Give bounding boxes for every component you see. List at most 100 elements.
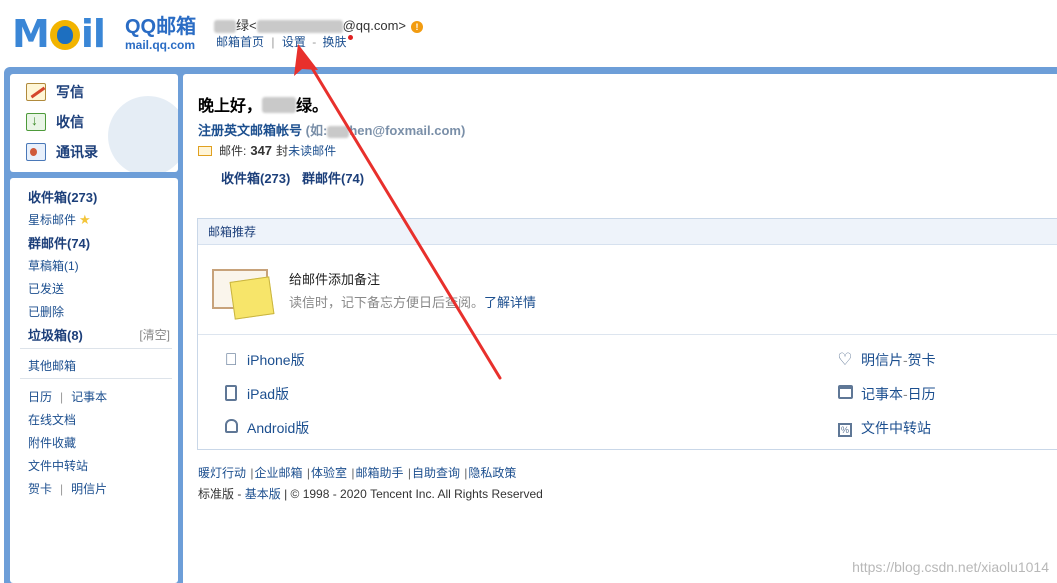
footer-separator: | [351, 466, 355, 480]
receive-button[interactable]: 收信 [26, 110, 84, 134]
greeting-card-link[interactable]: 贺卡 [28, 482, 52, 496]
skin-link[interactable]: 换肤 [323, 35, 347, 49]
folder-groups[interactable]: 群邮件(74) [28, 233, 90, 252]
register-hint-suffix: hen@foxmail.com) [349, 123, 466, 138]
top-links: 邮箱首页 | 设置 - 换肤 [216, 33, 353, 50]
android-app-link[interactable]: Android版 [222, 418, 309, 438]
folder-drafts[interactable]: 草稿箱(1) [28, 257, 79, 274]
file-transfer-link[interactable]: 文件中转站 [28, 457, 88, 474]
star-icon: ★ [79, 212, 91, 227]
folder-starred[interactable]: 星标邮件 ★ [28, 211, 91, 228]
postcard-link[interactable]: 明信片 [71, 482, 107, 496]
learn-more-link[interactable]: 了解详情 [484, 295, 536, 310]
android-icon [222, 419, 240, 437]
divider [20, 348, 172, 349]
ipad-app-link[interactable]: iPad版 [222, 384, 289, 404]
greeting: 晚上好， 绿。 [198, 92, 328, 116]
folder-deleted[interactable]: 已删除 [28, 303, 64, 320]
calendar-link[interactable]: 日历 [28, 390, 52, 404]
feature-desc-text: 读信时，记下备忘方便日后查阅。 [289, 295, 485, 310]
folder-list: 收件箱(273) 星标邮件 ★ 群邮件(74) 草稿箱(1) 已发送 已删除 垃圾… [10, 178, 178, 583]
tools-separator: | [60, 390, 64, 404]
sticky-note-illustration [229, 276, 275, 320]
feature-description: 读信时，记下备忘方便日后查阅。了解详情 [289, 292, 536, 311]
notes-calendar-link[interactable]: 记事本 - 日历 [836, 384, 936, 404]
footer-link-privacy[interactable]: 隐私政策 [468, 466, 516, 480]
register-english-account: 注册英文邮箱帐号 (如: hen@foxmail.com) [198, 120, 465, 139]
postcard-card-link[interactable]: ♡ 明信片 - 贺卡 [836, 350, 936, 370]
inbox-summary-link[interactable]: 收件箱(273) [221, 171, 290, 186]
footer-link-lamp[interactable]: 暖灯行动 [198, 466, 246, 480]
logo-brand-text: QQ邮箱 [125, 16, 197, 38]
folder-inbox[interactable]: 收件箱(273) [28, 187, 97, 206]
transfer-label: 文件中转站 [861, 420, 931, 436]
recommendation-panel: 邮箱推荐 给邮件添加备注 读信时，记下备忘方便日后查阅。了解详情  iPhon… [197, 218, 1057, 450]
contact-card-icon [26, 143, 46, 161]
register-hint-prefix: (如: [305, 123, 328, 138]
greeting-suffix: 绿。 [296, 98, 329, 115]
warning-icon[interactable]: ! [411, 21, 424, 33]
redacted-email [256, 20, 343, 34]
quick-actions: 写信 收信 通讯录 [10, 74, 178, 172]
compose-button[interactable]: 写信 [26, 80, 84, 104]
header: Mil QQ邮箱 mail.qq.com 绿< @qq.com>! 邮箱首页 | … [0, 0, 1057, 68]
greeting-prefix: 晚上好， [198, 98, 263, 115]
mailbox-home-link[interactable]: 邮箱首页 [216, 35, 264, 49]
folder-other-mailbox[interactable]: 其他邮箱 [28, 357, 76, 374]
folder-junk[interactable]: 垃圾箱(8) [28, 325, 83, 344]
new-badge-dot [347, 35, 353, 40]
tools-separator: | [60, 482, 64, 496]
iphone-app-link[interactable]:  iPhone版 [222, 350, 305, 370]
groups-summary-link[interactable]: 群邮件(74) [302, 171, 364, 186]
iphone-label: iPhone版 [247, 352, 305, 368]
edition-dash: - [237, 487, 242, 501]
user-account-line: 绿< @qq.com>! [214, 15, 424, 34]
redacted-name [262, 97, 297, 113]
unread-mail-link[interactable]: 未读邮件 [288, 142, 336, 159]
notes-link[interactable]: 记事本 [71, 390, 107, 404]
attachments-link[interactable]: 附件收藏 [28, 434, 76, 451]
clear-junk-link[interactable]: [清空] [139, 326, 170, 343]
qq-mail-logo[interactable]: Mil QQ邮箱 mail.qq.com [12, 14, 202, 54]
feature-title: 给邮件添加备注 [289, 272, 381, 287]
basic-edition-link[interactable]: 基本版 [245, 487, 281, 501]
pen-icon [26, 83, 46, 101]
contacts-button[interactable]: 通讯录 [26, 140, 98, 164]
memo-note-icon [212, 267, 275, 321]
recommendation-header: 邮箱推荐 [198, 219, 1057, 245]
apple-icon:  [222, 351, 240, 369]
divider [20, 378, 172, 379]
folder-starred-label: 星标邮件 [28, 213, 77, 227]
tablet-icon [222, 385, 240, 403]
ipad-label: iPad版 [247, 386, 290, 402]
footer-link-enterprise[interactable]: 企业邮箱 [254, 466, 302, 480]
contacts-label: 通讯录 [56, 144, 98, 160]
divider [198, 334, 1057, 335]
footer-link-assistant[interactable]: 邮箱助手 [355, 466, 403, 480]
online-docs-link[interactable]: 在线文档 [28, 411, 76, 428]
register-hint: (如: hen@foxmail.com) [306, 123, 466, 138]
user-email-suffix: @qq.com> [342, 18, 407, 33]
qq-penguin-icon [49, 20, 80, 50]
main-panel: 晚上好， 绿。 注册英文邮箱帐号 (如: hen@foxmail.com) 邮件: … [183, 74, 1057, 583]
settings-link[interactable]: 设置 [282, 35, 306, 49]
copyright-text: | © 1998 - 2020 Tencent Inc. All Rights … [284, 487, 543, 501]
tools-row-calendar: 日历 | 记事本 [28, 388, 107, 405]
user-name-suffix: 绿< [236, 18, 257, 33]
footer-separator: | [464, 466, 468, 480]
card-label: 贺卡 [907, 352, 936, 368]
file-transfer-icon: % [836, 419, 854, 437]
footer-separator: | [407, 466, 411, 480]
register-link[interactable]: 注册英文邮箱帐号 [198, 123, 302, 138]
csdn-watermark: https://blog.csdn.net/xiaolu1014 [852, 559, 1049, 575]
footer-copyright: 标准版 - 基本版 | © 1998 - 2020 Tencent Inc. A… [198, 485, 543, 502]
tools-row-cards: 贺卡 | 明信片 [28, 480, 107, 497]
inbox-download-icon [26, 112, 46, 131]
footer-link-self-service[interactable]: 自助查询 [412, 466, 460, 480]
folder-sent[interactable]: 已发送 [28, 280, 64, 297]
footer-separator: | [306, 466, 310, 480]
mail-unit: 封 [276, 144, 289, 158]
android-label: Android版 [247, 420, 310, 436]
footer-link-lab[interactable]: 体验室 [311, 466, 347, 480]
file-transfer-app-link[interactable]: % 文件中转站 [836, 418, 931, 438]
